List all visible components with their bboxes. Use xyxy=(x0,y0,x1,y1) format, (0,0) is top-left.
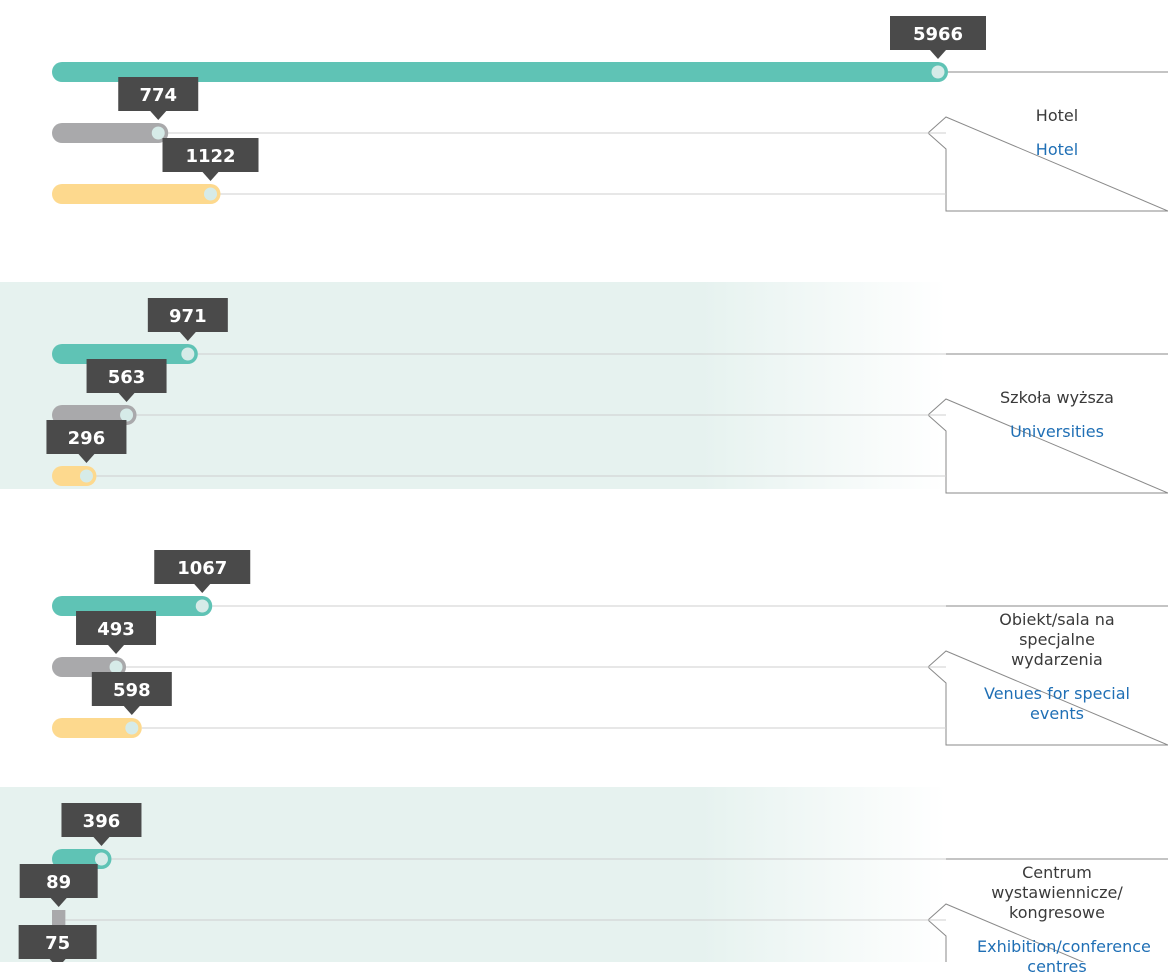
value-label-pointer xyxy=(930,50,946,59)
value-label-pointer xyxy=(202,172,219,181)
chart-area: 5966 774 1122 971 563 296 1067 493 598 396 89 75 Ho… xyxy=(0,0,1168,976)
data-label: 1122 xyxy=(185,146,235,167)
data-label: 598 xyxy=(113,680,151,701)
data-label: 1067 xyxy=(177,558,227,579)
value-label-pointer xyxy=(123,706,140,715)
category-label-en: Venues for special events xyxy=(983,684,1130,723)
bar xyxy=(52,184,221,204)
category-label-pl: Obiekt/sala na specjalne wydarzenia xyxy=(999,610,1115,669)
bar-end-marker xyxy=(79,469,93,483)
category-label-pl: Centrum wystawiennicze/ kongresowe xyxy=(991,863,1123,922)
data-label: 296 xyxy=(68,428,106,449)
bar-end-marker xyxy=(181,347,195,361)
data-label: 563 xyxy=(108,367,146,388)
category-label-en: Universities xyxy=(1010,422,1104,441)
data-label: 89 xyxy=(46,872,71,893)
value-label-pointer xyxy=(108,645,125,654)
data-label: 971 xyxy=(169,306,207,327)
data-label: 774 xyxy=(139,85,177,106)
category-label-en: Exhibition/conference centres xyxy=(977,937,1151,976)
bar-end-marker xyxy=(204,187,218,201)
category-label-pl: Szkoła wyższa xyxy=(1000,388,1114,407)
bar-end-marker xyxy=(109,660,123,674)
bar-end-marker xyxy=(120,408,134,422)
category-label-en: Hotel xyxy=(1035,140,1079,159)
data-label: 75 xyxy=(45,933,70,954)
bar-end-marker xyxy=(195,599,209,613)
data-label: 493 xyxy=(97,619,135,640)
bar xyxy=(52,123,169,143)
value-label-pointer xyxy=(194,584,211,593)
value-label-pointer xyxy=(150,111,167,120)
data-label: 396 xyxy=(83,811,121,832)
data-label: 5966 xyxy=(913,24,963,45)
bar-end-marker xyxy=(125,721,139,735)
bar-end-marker xyxy=(94,852,108,866)
bar-end-marker xyxy=(151,126,165,140)
bar-end-marker xyxy=(931,65,945,79)
category-label-pl: Hotel xyxy=(1035,106,1079,125)
